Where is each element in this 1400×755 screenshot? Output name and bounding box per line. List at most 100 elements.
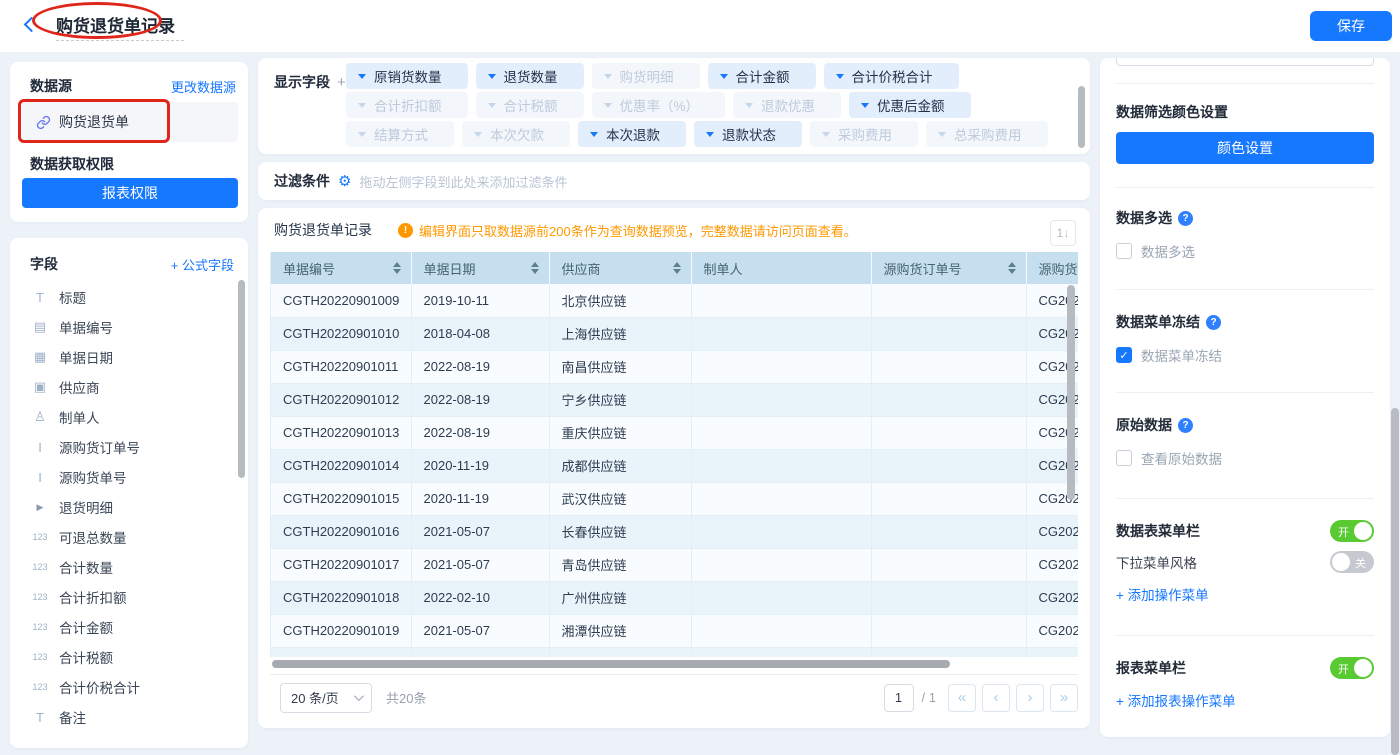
multiselect-checkbox-row[interactable]: 数据多选 xyxy=(1100,241,1390,261)
help-icon[interactable]: ? xyxy=(1206,315,1221,330)
table-row[interactable]: CGTH20220901018 2022-02-10 广州供应链 CG2022 xyxy=(271,581,1078,614)
permission-heading: 数据获取权限 xyxy=(30,154,114,174)
fields-scrollbar[interactable] xyxy=(238,280,245,478)
table-row[interactable]: CGTH20220901019 2021-05-07 湘潭供应链 CG2022 xyxy=(271,614,1078,647)
display-field-chip[interactable]: 退款优惠 xyxy=(733,92,841,118)
column-header[interactable]: 源购货订单号 xyxy=(871,252,1026,284)
table-vertical-scrollbar[interactable] xyxy=(1067,285,1075,500)
table-menu-toggle-on[interactable]: 开 xyxy=(1330,520,1374,542)
display-field-chip[interactable]: 本次欠款 xyxy=(462,121,570,147)
current-page-input[interactable]: 1 xyxy=(884,684,914,712)
field-item[interactable]: 123合计金额 xyxy=(30,612,232,642)
table-row[interactable] xyxy=(271,647,1078,657)
last-page-button[interactable]: » xyxy=(1050,684,1078,712)
field-item[interactable]: 123合计价税合计 xyxy=(30,672,232,702)
display-field-chip[interactable]: 合计折扣额 xyxy=(346,92,468,118)
field-item[interactable]: ▦单据日期 xyxy=(30,342,232,372)
field-item[interactable]: 123可退总数量 xyxy=(30,522,232,552)
table-horizontal-scrollbar[interactable] xyxy=(272,660,950,668)
display-field-chip[interactable]: 结算方式 xyxy=(346,121,454,147)
filter-panel[interactable]: 过滤条件 ⚙ 拖动左侧字段到此处来添加过滤条件 xyxy=(258,162,1090,200)
sort-arrows-icon[interactable] xyxy=(393,262,401,274)
add-action-menu-link[interactable]: + 添加操作菜单 xyxy=(1100,584,1390,604)
table-row[interactable]: CGTH20220901016 2021-05-07 长春供应链 CG2022 xyxy=(271,515,1078,548)
table-row[interactable]: CGTH20220901009 2019-10-11 北京供应链 CG2022 xyxy=(271,284,1078,317)
checkbox-unchecked-icon[interactable] xyxy=(1116,243,1132,259)
field-item[interactable]: I源购货订单号 xyxy=(30,432,232,462)
sort-arrows-icon[interactable] xyxy=(673,262,681,274)
window-scrollbar[interactable] xyxy=(1391,408,1399,755)
cell-order-date: 2020-11-19 xyxy=(411,482,549,515)
prev-page-button[interactable]: ‹ xyxy=(982,684,1010,712)
display-field-chip[interactable]: 总采购费用 xyxy=(926,121,1048,147)
sort-arrows-icon[interactable] xyxy=(1008,262,1016,274)
display-field-chip[interactable]: 本次退款 xyxy=(578,121,686,147)
add-formula-field-link[interactable]: + 公式字段 xyxy=(171,255,234,274)
color-settings-button[interactable]: 颜色设置 xyxy=(1116,132,1374,164)
checkbox-checked-icon[interactable]: ✓ xyxy=(1116,347,1132,363)
table-row[interactable]: CGTH20220901014 2020-11-19 成都供应链 CG2022 xyxy=(271,449,1078,482)
table-row[interactable]: CGTH20220901011 2022-08-19 南昌供应链 CG2022 xyxy=(271,350,1078,383)
back-chevron-icon[interactable] xyxy=(24,17,40,33)
field-item[interactable]: I源购货单号 xyxy=(30,462,232,492)
checkbox-unchecked-icon[interactable] xyxy=(1116,450,1132,466)
column-header[interactable]: 供应商 xyxy=(549,252,691,284)
number-icon: 123 xyxy=(30,682,50,692)
cell-order-number: CGTH20220901009 xyxy=(271,284,411,317)
field-item[interactable]: T标题 xyxy=(30,282,232,312)
gear-icon[interactable]: ⚙ xyxy=(338,172,351,190)
display-field-chip[interactable]: 优惠率（%） xyxy=(592,92,726,118)
display-field-chip[interactable]: 原销货数量 xyxy=(346,63,468,89)
number-icon: 123 xyxy=(30,532,50,542)
display-field-chip[interactable]: 退货数量 xyxy=(476,63,584,89)
sort-arrows-icon[interactable] xyxy=(531,262,539,274)
table-row[interactable]: CGTH20220901012 2022-08-19 宁乡供应链 CG2022 xyxy=(271,383,1078,416)
display-field-chip[interactable]: 购货明细 xyxy=(592,63,700,89)
next-page-button[interactable]: › xyxy=(1016,684,1044,712)
menu-freeze-checkbox-row[interactable]: ✓ 数据菜单冻结 xyxy=(1100,345,1390,365)
column-header[interactable]: 单据编号 xyxy=(271,252,411,284)
column-header[interactable]: 单据日期 xyxy=(411,252,549,284)
add-display-field-button[interactable]: + xyxy=(337,74,346,91)
toggle-knob xyxy=(1332,553,1350,571)
save-button[interactable]: 保存 xyxy=(1310,11,1392,41)
column-header[interactable]: 源购货单号 xyxy=(1026,252,1078,284)
field-item[interactable]: 123合计折扣额 xyxy=(30,582,232,612)
pagination-bar: 20 条/页 共20条 1 / 1 « ‹ › » xyxy=(270,674,1078,720)
table-row[interactable]: CGTH20220901015 2020-11-19 武汉供应链 CG2022 xyxy=(271,482,1078,515)
table-row[interactable]: CGTH20220901013 2022-08-19 重庆供应链 CG2022 xyxy=(271,416,1078,449)
field-item[interactable]: 123合计税额 xyxy=(30,642,232,672)
field-item[interactable]: 123合计数量 xyxy=(30,552,232,582)
help-icon[interactable]: ? xyxy=(1178,418,1193,433)
field-item-expandable[interactable]: ▶退货明细 xyxy=(30,492,232,522)
add-report-action-menu-link[interactable]: + 添加报表操作菜单 xyxy=(1100,690,1390,710)
field-item[interactable]: T备注 xyxy=(30,702,232,732)
report-permission-button[interactable]: 报表权限 xyxy=(22,178,238,208)
report-menu-toggle-on[interactable]: 开 xyxy=(1330,657,1374,679)
expand-arrow-icon[interactable]: ▶ xyxy=(30,502,50,513)
change-datasource-link[interactable]: 更改数据源 xyxy=(171,77,236,96)
column-header[interactable]: 制单人 xyxy=(691,252,871,284)
field-item[interactable]: ♙制单人 xyxy=(30,402,232,432)
display-field-chip[interactable]: 合计税额 xyxy=(476,92,584,118)
help-icon[interactable]: ? xyxy=(1178,211,1193,226)
sort-order-button[interactable]: 1↓ xyxy=(1050,220,1076,246)
first-page-button[interactable]: « xyxy=(948,684,976,712)
display-field-chip[interactable]: 退款状态 xyxy=(694,121,802,147)
chevron-down-icon xyxy=(604,74,612,79)
cell-supplier: 重庆供应链 xyxy=(549,416,691,449)
table-row[interactable]: CGTH20220901010 2018-04-08 上海供应链 CG2022 xyxy=(271,317,1078,350)
field-item[interactable]: ▤单据编号 xyxy=(30,312,232,342)
display-field-chip[interactable]: 优惠后金额 xyxy=(849,92,971,118)
display-field-chip[interactable]: 合计价税合计 xyxy=(824,63,959,89)
chips-scrollbar[interactable] xyxy=(1078,86,1085,148)
display-field-chip[interactable]: 采购费用 xyxy=(810,121,918,147)
datasource-item[interactable]: 购货退货单 xyxy=(22,102,238,142)
raw-data-checkbox-row[interactable]: 查看原始数据 xyxy=(1100,448,1390,468)
field-item[interactable]: ▣供应商 xyxy=(30,372,232,402)
dropdown-style-toggle-off[interactable]: 关 xyxy=(1330,551,1374,573)
warning-icon: ! xyxy=(398,223,413,238)
table-row[interactable]: CGTH20220901017 2021-05-07 青岛供应链 CG2022 xyxy=(271,548,1078,581)
page-size-select[interactable]: 20 条/页 xyxy=(280,683,372,713)
display-field-chip[interactable]: 合计金额 xyxy=(708,63,816,89)
